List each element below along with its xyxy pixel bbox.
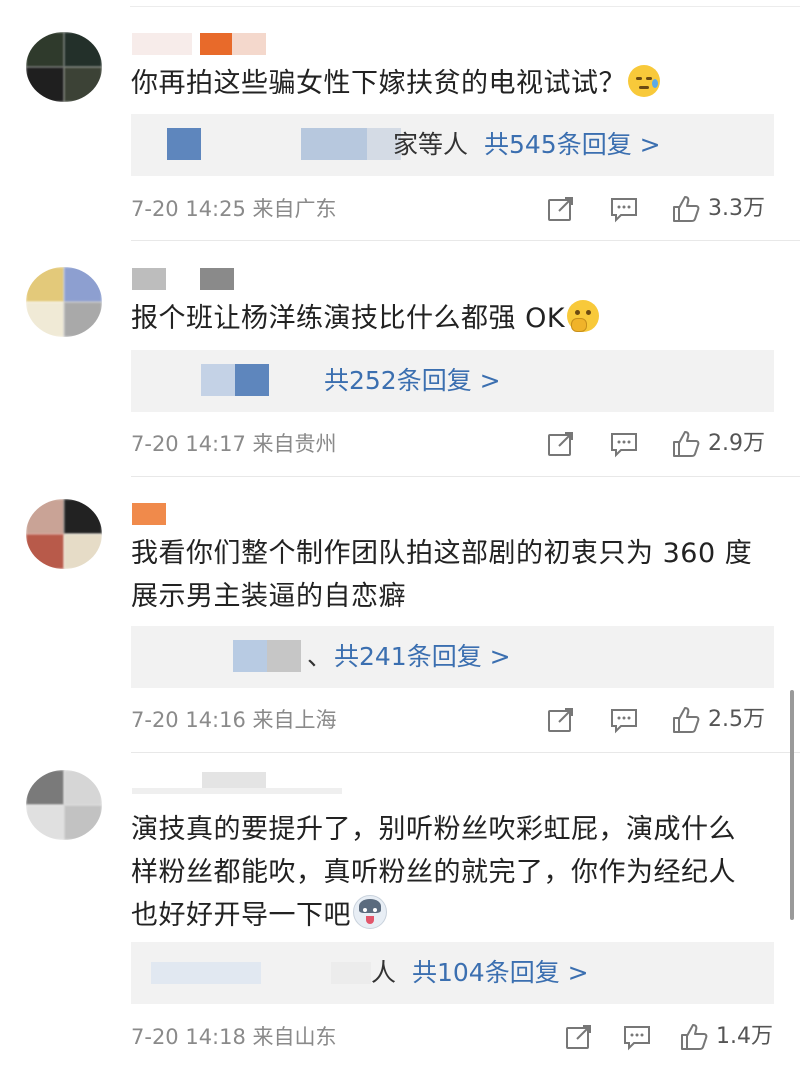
avatar[interactable]: [26, 499, 102, 569]
comment-icon[interactable]: [609, 194, 639, 224]
view-replies-link[interactable]: 共252条回复 >: [324, 350, 501, 412]
username-blurred[interactable]: [132, 268, 242, 290]
timestamp-location: 7-20 14:25 来自广东: [131, 197, 337, 221]
share-icon[interactable]: [564, 1022, 594, 1052]
reply-users: 人: [371, 958, 397, 987]
share-icon[interactable]: [546, 705, 576, 735]
comment-divider: [131, 476, 800, 477]
thumbs-up-icon[interactable]: [671, 194, 701, 224]
avatar[interactable]: [26, 267, 102, 337]
comment-divider: [131, 240, 800, 241]
username-blurred[interactable]: [132, 503, 172, 525]
comment-divider: [131, 752, 800, 753]
comment-meta: 7-20 14:25 来自广东 3.3万: [131, 192, 776, 226]
thumbs-up-icon[interactable]: [671, 705, 701, 735]
thinking-emoji: [567, 300, 600, 332]
share-icon[interactable]: [546, 194, 576, 224]
comment-meta: 7-20 14:18 来自山东 1.4万: [131, 1020, 776, 1054]
reply-preview[interactable]: 、 共241条回复 >: [131, 626, 774, 688]
comment-icon[interactable]: [609, 429, 639, 459]
timestamp-location: 7-20 14:17 来自贵州: [131, 432, 337, 456]
comment-icon[interactable]: [609, 705, 639, 735]
like-count: 2.9万: [708, 431, 765, 456]
reply-preview[interactable]: 人 共104条回复 >: [131, 942, 774, 1004]
comment-meta: 7-20 14:16 来自上海 2.5万: [131, 703, 776, 737]
comment-text: 你再拍这些骗女性下嫁扶贫的电视试试？: [131, 62, 760, 105]
comment-text: 演技真的要提升了，别听粉丝吹彩虹屁，演成什么 样粉丝都能吹，真听粉丝的就完了，你…: [131, 814, 736, 931]
timestamp-location: 7-20 14:18 来自山东: [131, 1025, 337, 1049]
comment-text: 我看你们整个制作团队拍这部剧的初衷只为 360 度 展示男主装逼的自恋癖: [131, 538, 753, 612]
thumbs-up-icon[interactable]: [671, 429, 701, 459]
scrollbar[interactable]: [790, 690, 794, 920]
comment-meta: 7-20 14:17 来自贵州 2.9万: [131, 427, 776, 461]
view-replies-link[interactable]: 共241条回复 >: [334, 626, 511, 688]
husky-emoji: [353, 895, 387, 929]
comment-icon[interactable]: [622, 1022, 652, 1052]
top-divider: [130, 6, 800, 7]
avatar[interactable]: [26, 770, 102, 840]
like-count: 1.4万: [716, 1024, 773, 1049]
like-count: 2.5万: [708, 707, 765, 732]
reply-preview[interactable]: 家等人 共545条回复 >: [131, 114, 774, 176]
thumbs-up-icon[interactable]: [679, 1022, 709, 1052]
comment-text: 报个班让杨洋练演技比什么都强 OK: [131, 297, 760, 340]
avatar[interactable]: [26, 32, 102, 102]
reply-users: 家等人: [393, 130, 469, 159]
view-replies-link[interactable]: 共104条回复 >: [412, 942, 589, 1004]
username-blurred[interactable]: [132, 772, 342, 794]
reply-preview[interactable]: 共252条回复 >: [131, 350, 774, 412]
view-replies-link[interactable]: 共545条回复 >: [484, 114, 661, 176]
timestamp-location: 7-20 14:16 来自上海: [131, 708, 337, 732]
like-count: 3.3万: [708, 196, 765, 221]
reply-users: 、: [307, 642, 333, 671]
cold-sweat-emoji: [628, 65, 660, 97]
share-icon[interactable]: [546, 429, 576, 459]
username-blurred[interactable]: [132, 33, 272, 55]
